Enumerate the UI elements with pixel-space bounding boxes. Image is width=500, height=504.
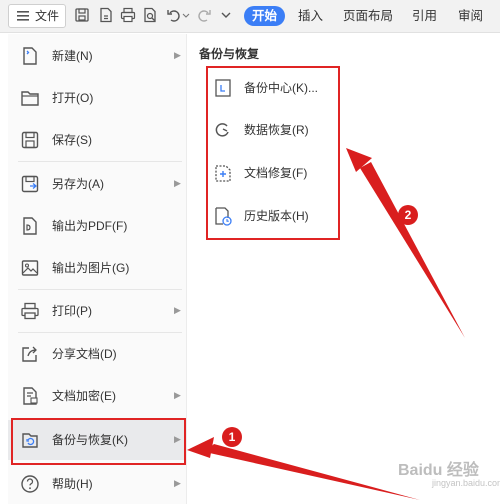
menu-item-print[interactable]: 打印(P) ▶: [8, 291, 186, 331]
highlight-box-backup-item: [11, 418, 186, 465]
menu-item-label: 打印(P): [52, 304, 92, 318]
highlight-box-submenu: [206, 66, 340, 240]
menu-item-label: 保存(S): [52, 133, 92, 147]
save-icon[interactable]: [74, 7, 90, 23]
tab-page-layout[interactable]: 页面布局: [343, 6, 393, 26]
annotation-badge-2: 2: [398, 205, 418, 225]
undo-icon[interactable]: [166, 7, 182, 23]
encrypt-icon: [23, 387, 38, 405]
top-toolbar: 文件 开始 插入 页面布局 引用 审阅: [0, 0, 500, 33]
menu-item-new[interactable]: 新建(N) ▶: [8, 36, 186, 76]
chevron-right-icon: ▶: [174, 478, 181, 488]
tab-start[interactable]: 开始: [244, 6, 286, 26]
more-dropdown-icon[interactable]: [218, 7, 234, 23]
folder-open-icon: [21, 91, 39, 106]
chevron-right-icon: ▶: [174, 178, 181, 188]
baidu-watermark: Baidu 经验: [398, 462, 479, 479]
help-icon: [21, 475, 39, 493]
menu-item-label: 分享文档(D): [52, 347, 117, 361]
print-icon: [21, 302, 39, 320]
undo-dropdown-icon[interactable]: [182, 7, 190, 23]
menu-item-export-pdf[interactable]: 输出为PDF(F): [8, 206, 186, 246]
menu-item-save[interactable]: 保存(S): [8, 120, 186, 160]
chevron-right-icon: ▶: [174, 50, 181, 60]
hamburger-icon: [17, 11, 29, 21]
menu-item-share[interactable]: 分享文档(D): [8, 334, 186, 374]
redo-icon[interactable]: [196, 7, 212, 23]
menu-item-label: 文档加密(E): [52, 389, 116, 403]
save-icon: [21, 131, 39, 149]
menu-item-label: 输出为PDF(F): [52, 219, 128, 233]
menu-item-save-as[interactable]: 另存为(A) ▶: [8, 164, 186, 204]
menu-item-label: 另存为(A): [52, 177, 104, 191]
baidu-watermark-url: jingyan.baidu.com: [432, 478, 500, 488]
menu-item-open[interactable]: 打开(O): [8, 78, 186, 118]
export-pdf-icon[interactable]: [98, 7, 114, 23]
share-icon: [22, 346, 37, 362]
save-as-icon: [21, 175, 39, 193]
menu-divider: [18, 161, 182, 162]
menu-item-label: 新建(N): [52, 49, 93, 63]
arrow-2-shaft: [360, 162, 465, 338]
menu-item-label: 输出为图片(G): [52, 261, 130, 275]
menu-item-label: 打开(O): [52, 91, 94, 105]
annotation-badge-1: 1: [222, 427, 242, 447]
tab-review[interactable]: 审阅: [458, 6, 483, 26]
menu-divider: [18, 289, 182, 290]
image-icon: [21, 260, 39, 276]
tab-insert[interactable]: 插入: [298, 6, 323, 26]
menu-item-label: 帮助(H): [52, 477, 93, 491]
arrow-2-head: [346, 148, 372, 172]
arrow-1-head: [187, 437, 214, 458]
tab-references[interactable]: 引用: [412, 6, 437, 26]
menu-item-export-image[interactable]: 输出为图片(G): [8, 248, 186, 288]
submenu-title: 备份与恢复: [199, 47, 260, 61]
new-document-icon: [23, 47, 37, 65]
menu-item-help[interactable]: 帮助(H) ▶: [8, 464, 186, 504]
print-icon[interactable]: [120, 7, 136, 23]
chevron-right-icon: ▶: [174, 305, 181, 315]
arrow-1-shaft: [205, 444, 420, 500]
pdf-icon: [23, 217, 37, 235]
menu-divider: [18, 332, 182, 333]
print-preview-icon[interactable]: [142, 7, 158, 23]
menu-item-encrypt[interactable]: 文档加密(E) ▶: [8, 376, 186, 416]
chevron-right-icon: ▶: [174, 390, 181, 400]
file-menu-button[interactable]: 文件: [8, 4, 66, 28]
file-menu-label: 文件: [35, 9, 60, 23]
